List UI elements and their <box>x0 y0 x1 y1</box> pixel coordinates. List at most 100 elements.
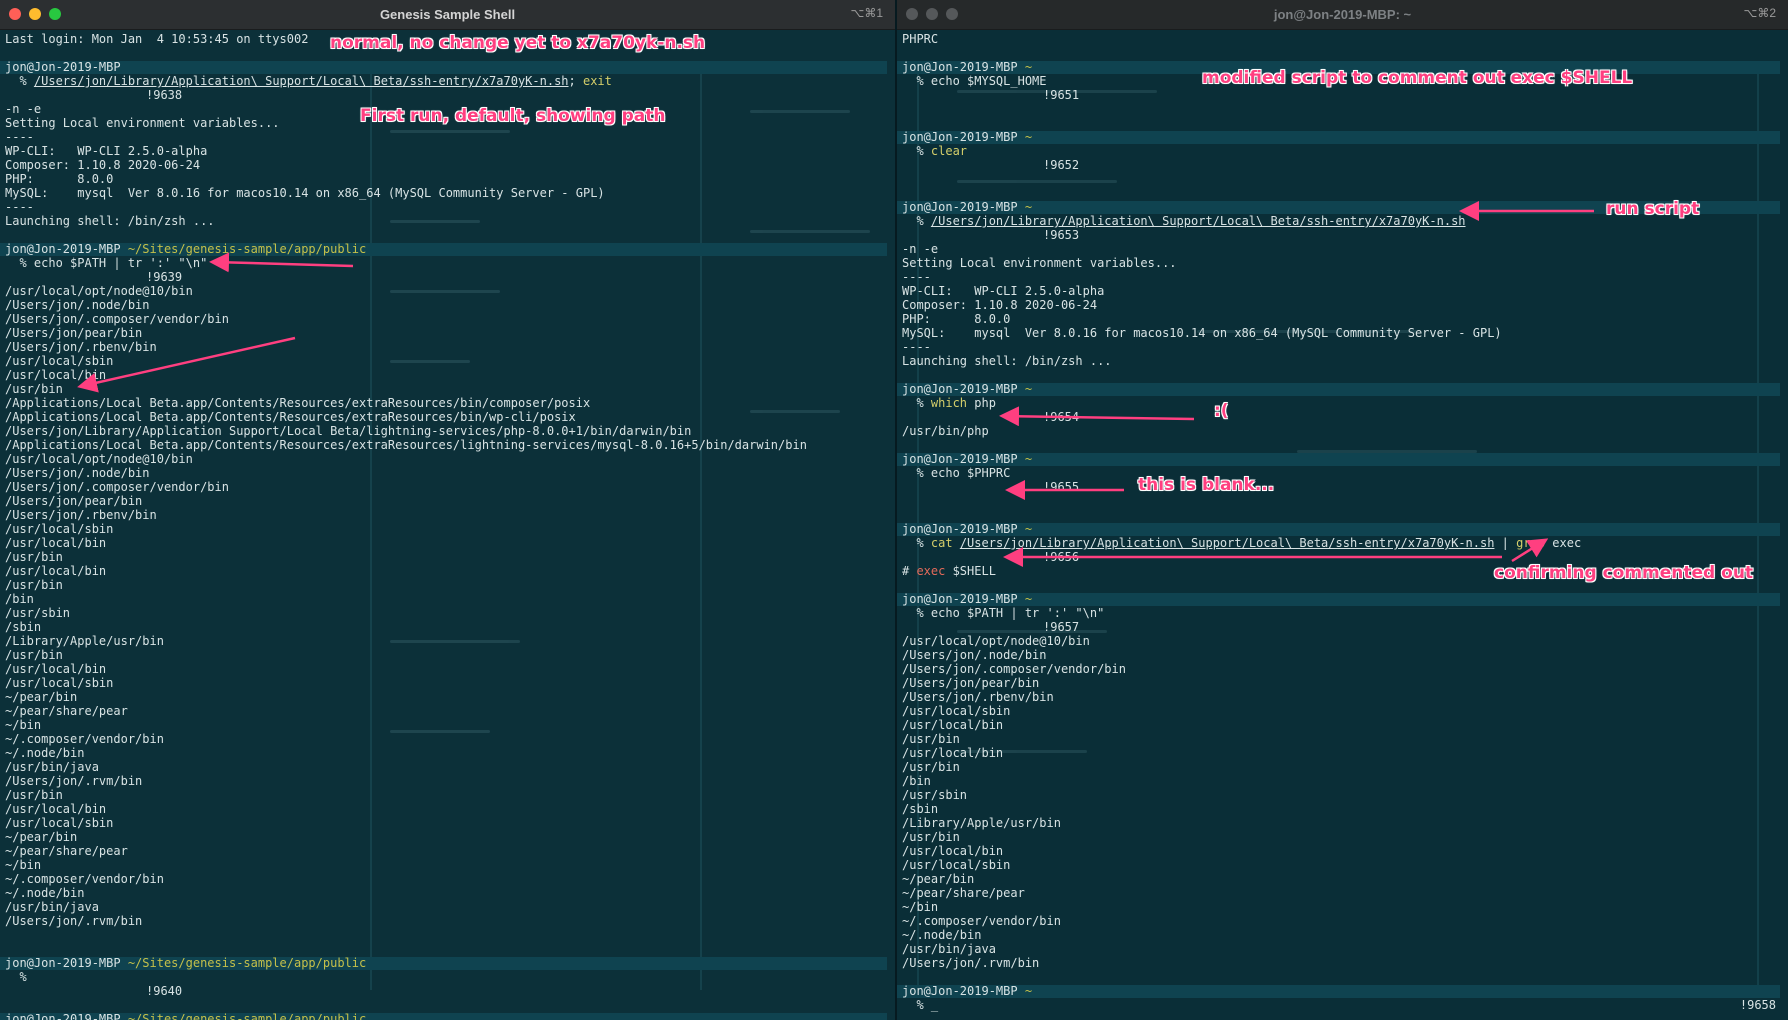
window-titlebar[interactable]: Genesis Sample Shell ⌥⌘1 <box>0 0 895 30</box>
command-line[interactable]: % /Users/jon/Library/Application\ Suppor… <box>902 214 1466 228</box>
command-segment: % <box>902 144 931 158</box>
output-line: ~/.composer/vendor/bin <box>902 914 1061 928</box>
command-line[interactable]: % echo $MYSQL_HOME <box>902 74 1046 88</box>
output-line: /usr/local/sbin <box>5 522 114 536</box>
command-segment: clear <box>930 144 968 158</box>
output-line: /usr/local/bin <box>5 368 107 382</box>
output-line: /usr/sbin <box>5 606 71 620</box>
command-segment: % echo $PHPRC <box>902 466 1011 480</box>
history-number: !9658 <box>1739 998 1776 1012</box>
right-terminal-window[interactable]: jon@Jon-2019-MBP: ~ ⌥⌘2 PHPRC jon@Jon-201… <box>897 0 1788 1020</box>
command-segment: which <box>930 396 968 410</box>
command-line[interactable]: % echo $PATH | tr ':' "\n" <box>902 606 1104 620</box>
output-line: WP-CLI: WP-CLI 2.5.0-alpha <box>5 144 208 158</box>
command-line[interactable]: % which php <box>902 396 996 410</box>
output-line: ~/.composer/vendor/bin <box>5 732 164 746</box>
command-segment: exec <box>1545 536 1582 550</box>
output-line: /usr/bin <box>902 760 960 774</box>
prompt-line: jon@Jon-2019-MBP ~ <box>902 130 1032 144</box>
command-segment: php <box>967 396 996 410</box>
output-line: ~/pear/bin <box>5 690 78 704</box>
output-line: /Users/jon/.composer/vendor/bin <box>5 312 229 326</box>
output-line: /usr/bin/java <box>902 942 996 956</box>
command-line[interactable]: # exec $SHELL <box>902 564 996 578</box>
output-line: ---- <box>902 340 931 354</box>
prompt-line: jon@Jon-2019-MBP ~ <box>902 382 1032 396</box>
output-line: /Applications/Local Beta.app/Contents/Re… <box>5 438 807 452</box>
command-segment: /Users/jon/Library/Application\ Support/… <box>930 214 1466 228</box>
command-segment: cat <box>930 536 953 550</box>
output-line: Setting Local environment variables... <box>902 256 1177 270</box>
output-line: WP-CLI: WP-CLI 2.5.0-alpha <box>902 284 1105 298</box>
command-line[interactable]: % cat /Users/jon/Library/Application\ Su… <box>902 536 1581 550</box>
terminal-output[interactable]: Last login: Mon Jan 4 10:53:45 on ttys00… <box>0 30 895 1020</box>
output-line: /Users/jon/.node/bin <box>5 466 150 480</box>
prompt-line: jon@Jon-2019-MBP ~ <box>902 200 1032 214</box>
command-segment: # <box>902 564 917 578</box>
output-line: Setting Local environment variables... <box>5 116 280 130</box>
output-line: /usr/bin <box>902 732 960 746</box>
output-line: ---- <box>5 200 34 214</box>
output-line: Launching shell: /bin/zsh ... <box>902 354 1112 368</box>
output-line: ~/pear/bin <box>5 830 78 844</box>
prompt-line: jon@Jon-2019-MBP ~ <box>902 60 1032 74</box>
command-segment: | <box>1494 536 1517 550</box>
history-number: !9657 <box>1043 620 1080 634</box>
zoom-button[interactable] <box>946 8 958 20</box>
prompt-line: jon@Jon-2019-MBP ~ <box>902 592 1032 606</box>
command-line[interactable]: % _ <box>902 998 938 1012</box>
command-line[interactable]: % echo $PATH | tr ':' "\n" <box>5 256 207 270</box>
prompt-line: jon@Jon-2019-MBP ~ <box>902 522 1032 536</box>
window-titlebar[interactable]: jon@Jon-2019-MBP: ~ ⌥⌘2 <box>897 0 1788 30</box>
annotation-first-run: First run, default, showing path <box>360 106 666 126</box>
output-line: /usr/local/sbin <box>5 676 114 690</box>
history-number: !9653 <box>1043 228 1080 242</box>
output-line: /usr/bin <box>5 550 63 564</box>
output-line: /usr/local/sbin <box>902 704 1011 718</box>
window-shortcut: ⌥⌘1 <box>850 6 883 20</box>
prompt-path: ~/Sites/genesis-sample/app/public <box>120 1012 367 1020</box>
prompt-path: ~/Sites/genesis-sample/app/public <box>120 956 367 970</box>
prompt-path: ~ <box>1017 200 1033 214</box>
prompt-path: ~ <box>1017 382 1033 396</box>
annotation-confirming: confirming commented out <box>1494 563 1754 583</box>
output-line: /usr/bin/php <box>902 424 989 438</box>
prompt-user: jon@Jon-2019-MBP <box>902 592 1018 606</box>
command-line[interactable]: % /Users/jon/Library/Application\ Suppor… <box>5 74 611 88</box>
command-segment: % _ <box>902 998 939 1012</box>
terminal-output[interactable]: PHPRC jon@Jon-2019-MBP ~ % echo $MYSQL_HO… <box>897 30 1788 1020</box>
command-segment: exec <box>916 564 946 578</box>
command-line[interactable]: % clear <box>902 144 967 158</box>
prompt-path: ~ <box>1017 522 1033 536</box>
output-line: ~/pear/share/pear <box>902 886 1025 900</box>
prompt-path: ~ <box>1017 984 1033 998</box>
command-line[interactable]: % <box>5 970 26 984</box>
prompt-line: jon@Jon-2019-MBP ~/Sites/genesis-sample/… <box>5 956 366 970</box>
output-line: /usr/bin/java <box>5 900 99 914</box>
output-line: /usr/sbin <box>902 788 968 802</box>
output-line: /Users/jon/.node/bin <box>5 298 150 312</box>
output-line: /usr/bin <box>5 648 63 662</box>
prompt-user: jon@Jon-2019-MBP <box>902 522 1018 536</box>
output-line: ---- <box>5 130 34 144</box>
output-line: ~/pear/bin <box>902 872 975 886</box>
output-line: ~/pear/share/pear <box>5 844 128 858</box>
command-segment: % echo $PATH | tr ':' "\n" <box>5 256 208 270</box>
output-line: /usr/local/opt/node@10/bin <box>5 452 193 466</box>
command-line[interactable]: % echo $PHPRC <box>902 466 1010 480</box>
minimize-button[interactable] <box>926 8 938 20</box>
output-line: /sbin <box>5 620 42 634</box>
output-line: /usr/bin <box>5 578 63 592</box>
prompt-user: jon@Jon-2019-MBP <box>902 452 1018 466</box>
annotation-sad-face: :( <box>1214 401 1229 421</box>
output-line: /Users/jon/.rvm/bin <box>5 774 143 788</box>
command-segment <box>953 536 960 550</box>
close-button[interactable] <box>9 8 21 20</box>
minimize-button[interactable] <box>29 8 41 20</box>
prompt-user: jon@Jon-2019-MBP <box>5 60 121 74</box>
zoom-button[interactable] <box>49 8 61 20</box>
output-line: /usr/local/sbin <box>5 816 114 830</box>
output-line: /usr/local/sbin <box>902 858 1011 872</box>
left-terminal-window[interactable]: Genesis Sample Shell ⌥⌘1 Last login: Mon… <box>0 0 897 1020</box>
close-button[interactable] <box>906 8 918 20</box>
